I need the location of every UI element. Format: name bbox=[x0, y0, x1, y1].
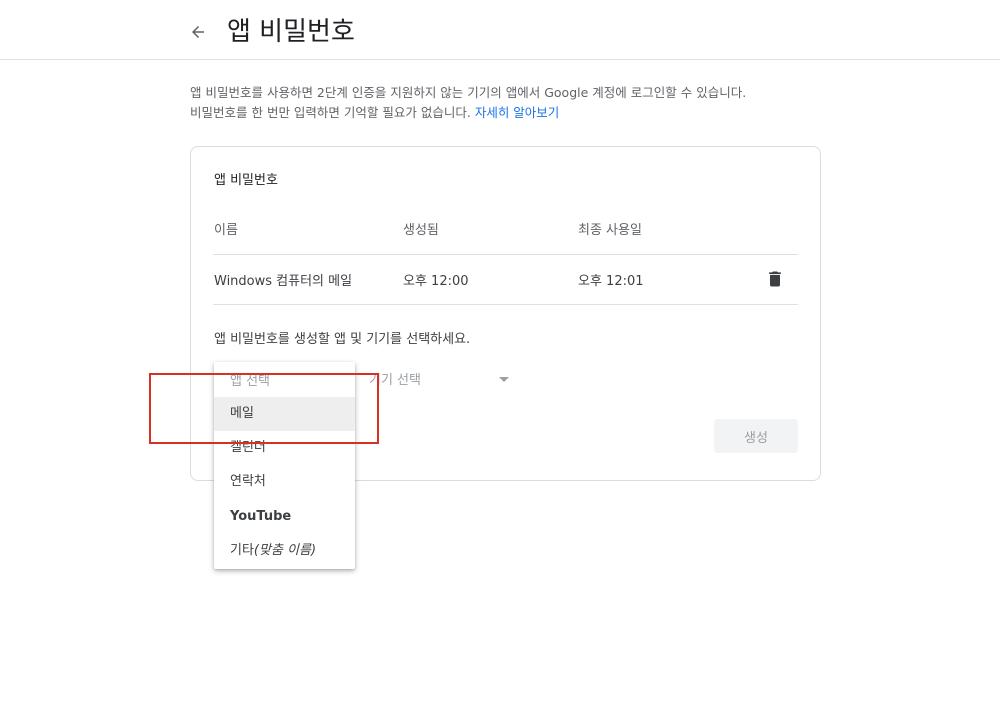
column-header-last-used: 최종 사용일 bbox=[578, 223, 642, 238]
dropdown-item-label: 연락처 bbox=[230, 474, 266, 489]
learn-more-link[interactable]: 자세히 알아보기 bbox=[475, 105, 559, 120]
row-name: Windows 컴퓨터의 메일 bbox=[214, 274, 353, 289]
intro-line-2-text: 비밀번호를 한 번만 입력하면 기억할 필요가 없습니다. bbox=[190, 105, 471, 120]
dropdown-item-label: 캘린더 bbox=[230, 440, 266, 455]
generate-button[interactable]: 생성 bbox=[714, 419, 798, 453]
top-bar: 앱 비밀번호 bbox=[0, 0, 1000, 60]
app-select-dropdown[interactable]: 앱 선택 메일 캘린더 연락처 YouTube 기타(맞춤 이름) bbox=[214, 362, 355, 569]
row-last-used: 오후 12:01 bbox=[578, 274, 644, 289]
dropdown-item-suffix: (맞춤 이름) bbox=[253, 543, 317, 558]
app-select-placeholder: 앱 선택 bbox=[230, 374, 271, 389]
device-select[interactable]: 기기 선택 bbox=[369, 369, 517, 391]
intro-line-2: 비밀번호를 한 번만 입력하면 기억할 필요가 없습니다. 자세히 알아보기 bbox=[190, 103, 830, 123]
dropdown-item-label: YouTube bbox=[230, 509, 292, 524]
dropdown-item-mail[interactable]: 메일 bbox=[214, 397, 355, 431]
card-title: 앱 비밀번호 bbox=[214, 173, 278, 188]
dropdown-item-calendar[interactable]: 캘린더 bbox=[214, 431, 355, 465]
column-header-name: 이름 bbox=[214, 223, 238, 238]
intro-text: 앱 비밀번호를 사용하면 2단계 인증을 지원하지 않는 기기의 앱에서 Goo… bbox=[190, 83, 830, 123]
dropdown-item-label: 메일 bbox=[230, 406, 254, 421]
caret-down-icon bbox=[499, 377, 509, 382]
delete-button[interactable] bbox=[765, 268, 785, 290]
page-title: 앱 비밀번호 bbox=[227, 17, 355, 47]
back-button[interactable] bbox=[184, 18, 212, 46]
row-created: 오후 12:00 bbox=[403, 274, 469, 289]
arrow-left-icon bbox=[192, 26, 204, 38]
dropdown-item-label: 기타 bbox=[230, 543, 254, 558]
row-divider bbox=[213, 304, 798, 305]
device-select-placeholder: 기기 선택 bbox=[369, 373, 421, 388]
dropdown-item-contacts[interactable]: 연락처 bbox=[214, 465, 355, 499]
trash-icon bbox=[769, 271, 781, 287]
dropdown-item-other[interactable]: 기타(맞춤 이름) bbox=[214, 534, 355, 568]
dropdown-item-youtube[interactable]: YouTube bbox=[214, 500, 355, 534]
row-divider bbox=[213, 254, 798, 255]
column-header-created: 생성됨 bbox=[403, 223, 439, 238]
intro-line-1: 앱 비밀번호를 사용하면 2단계 인증을 지원하지 않는 기기의 앱에서 Goo… bbox=[190, 85, 747, 100]
select-prompt: 앱 비밀번호를 생성할 앱 및 기기를 선택하세요. bbox=[214, 332, 471, 347]
